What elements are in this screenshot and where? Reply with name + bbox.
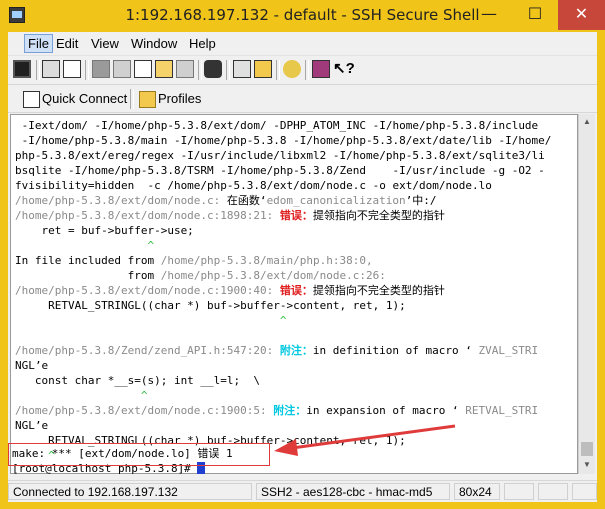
toolbar: ↖? <box>8 56 597 85</box>
copy-icon[interactable] <box>134 60 152 78</box>
find-icon[interactable] <box>204 60 222 78</box>
file-transfer-icon[interactable] <box>113 60 131 78</box>
folder-icon <box>139 91 156 108</box>
terminal-line: from /home/php-5.3.8/ext/dom/node.c:26: <box>15 269 386 282</box>
paste-icon[interactable] <box>155 60 173 78</box>
new-terminal-icon[interactable] <box>233 60 251 78</box>
toolbar-separator <box>130 89 134 109</box>
toolbar-separator <box>85 60 89 80</box>
connection-status: Connected to 192.168.197.132 <box>8 483 252 500</box>
error-highlight-box <box>8 443 270 466</box>
disconnect-icon[interactable] <box>92 60 110 78</box>
menu-file[interactable]: File <box>24 34 53 53</box>
menu-window[interactable]: Window <box>131 36 177 51</box>
annotation-arrow <box>274 424 456 456</box>
terminal-line: NGL’e <box>15 419 49 432</box>
terminal-line: const char *__s=(s); int __l=l; \ <box>15 374 261 387</box>
help-book-icon[interactable] <box>312 60 330 78</box>
terminal-size: 80x24 <box>454 483 500 500</box>
terminal-caret: ^ <box>15 239 155 252</box>
quick-connect-button[interactable]: Quick Connect <box>20 88 127 109</box>
scrollbar-thumb[interactable] <box>581 442 593 456</box>
terminal-line: ret = buf->buffer->use; <box>15 224 194 237</box>
cipher-status: SSH2 - aes128-cbc - hmac-md5 <box>256 483 450 500</box>
terminal-line: /home/php-5.3.8/ext/dom/node.c: 在函数‘edom… <box>15 194 437 207</box>
title-bar[interactable]: 1:192.168.197.132 - default - SSH Secure… <box>0 0 605 32</box>
close-button[interactable]: ✕ <box>558 0 605 30</box>
toolbar-separator <box>226 60 230 80</box>
terminal-caret: ^ <box>15 314 287 327</box>
terminal-line: In file included from /home/php-5.3.8/ma… <box>15 254 373 267</box>
terminal-line: bsqlite -I/home/php-5.3.8/TSRM -I/home/p… <box>15 164 545 177</box>
status-cell-empty <box>572 483 597 500</box>
terminal-line: RETVAL_STRINGL((char *) buf->buffer->con… <box>15 299 406 312</box>
settings-icon[interactable] <box>283 60 301 78</box>
terminal-line: /home/php-5.3.8/ext/dom/node.c:1900:5: 附… <box>15 404 539 417</box>
terminal-line: NGL’e <box>15 359 49 372</box>
ssh-window: 1:192.168.197.132 - default - SSH Secure… <box>0 0 605 509</box>
new-file-transfer-icon[interactable] <box>254 60 272 78</box>
minimize-button[interactable]: — <box>466 0 512 30</box>
print-preview-icon[interactable] <box>63 60 81 78</box>
toolbar-separator <box>276 60 280 80</box>
terminal-line: /home/php-5.3.8/ext/dom/node.c:1898:21: … <box>15 209 445 222</box>
computer-icon <box>23 91 40 108</box>
profiles-button[interactable]: Profiles <box>136 88 201 109</box>
terminal-line: -Iext/dom/ -I/home/php-5.3.8/ext/dom/ -D… <box>15 119 539 132</box>
terminal-line: php-5.3.8/ext/ereg/regex -I/usr/include/… <box>15 149 545 162</box>
menu-help[interactable]: Help <box>189 36 216 51</box>
context-help-icon[interactable]: ↖? <box>333 60 355 78</box>
menu-bar: File Edit View Window Help <box>8 32 597 56</box>
maximize-button[interactable]: ☐ <box>512 0 558 30</box>
status-bar: Connected to 192.168.197.132 SSH2 - aes1… <box>8 480 597 502</box>
terminal-scrollbar[interactable]: ▲ ▼ <box>578 114 595 474</box>
terminal-line: -I/home/php-5.3.8/main -I/home/php-5.3.8… <box>15 134 552 147</box>
menu-edit[interactable]: Edit <box>56 36 78 51</box>
status-cell-empty <box>538 483 568 500</box>
terminal-line: /home/php-5.3.8/ext/dom/node.c:1900:40: … <box>15 284 445 297</box>
print-icon[interactable] <box>42 60 60 78</box>
terminal-line: fvisibility=hidden -c /home/php-5.3.8/ex… <box>15 179 492 192</box>
menu-view[interactable]: View <box>91 36 119 51</box>
terminal-line: /home/php-5.3.8/Zend/zend_API.h:547:20: … <box>15 344 539 357</box>
save-icon[interactable] <box>13 60 31 78</box>
toolbar-separator <box>198 60 202 80</box>
toolbar-separator <box>305 60 309 80</box>
terminal-caret: ^ <box>15 389 148 402</box>
profiles-label: Profiles <box>158 91 202 106</box>
paste-special-icon[interactable] <box>176 60 194 78</box>
toolbar-separator <box>36 60 40 80</box>
quick-connect-label: Quick Connect <box>42 91 128 106</box>
scroll-up-icon[interactable]: ▲ <box>579 114 595 130</box>
status-cell-empty <box>504 483 534 500</box>
scroll-down-icon[interactable]: ▼ <box>579 457 595 473</box>
connection-bar: Quick Connect Profiles <box>8 85 597 113</box>
